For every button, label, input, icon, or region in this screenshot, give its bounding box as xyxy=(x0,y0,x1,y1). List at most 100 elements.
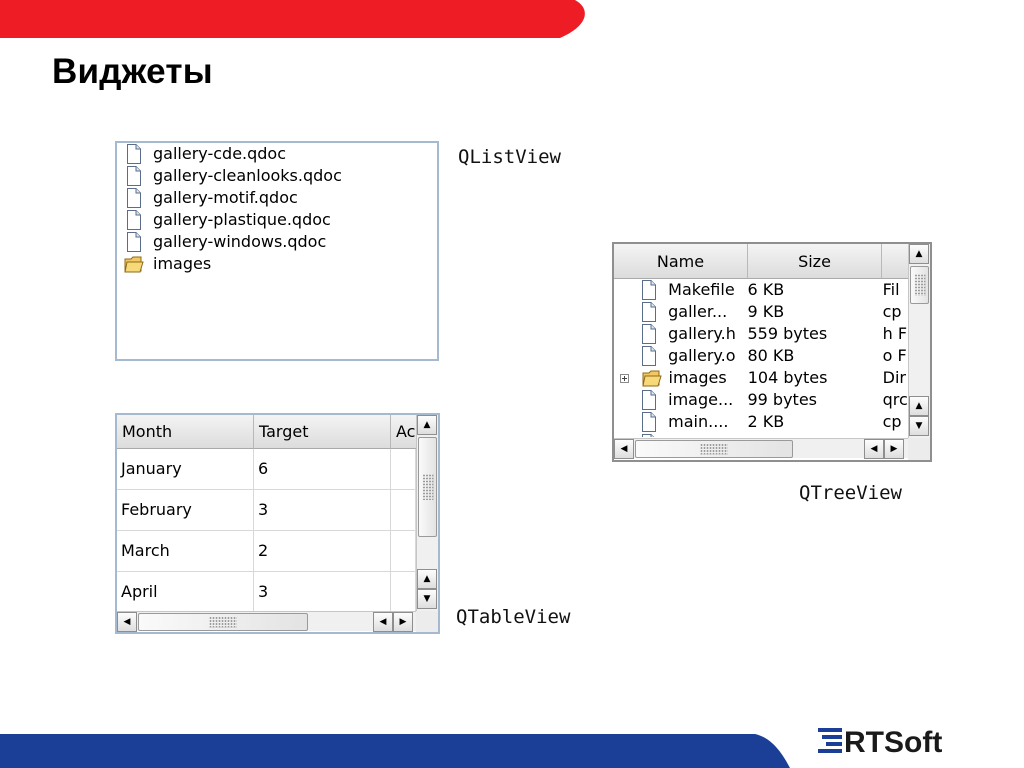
tree-header: Name Size xyxy=(614,244,912,279)
tree-scroll-right-button[interactable]: ▶ xyxy=(884,439,904,459)
tree-vertical-scrollbar[interactable]: ▲ ▲ ▼ xyxy=(908,244,930,438)
tree-scroll-down-button[interactable]: ▼ xyxy=(909,416,929,436)
tree-row[interactable]: image... 99 bytes qrc xyxy=(614,389,912,411)
tree-scroll-up-button-2[interactable]: ▲ xyxy=(909,396,929,416)
slide-title: Виджеты xyxy=(52,52,213,91)
tree-scroll-up-button[interactable]: ▲ xyxy=(909,244,929,264)
table-row[interactable]: March 2 xyxy=(117,531,416,572)
tree-cell-size: 10 KB xyxy=(747,433,882,437)
list-item[interactable]: gallery-cde.qdoc xyxy=(117,143,437,165)
table-vertical-scrollbar[interactable]: ▲ ▲ ▼ xyxy=(416,415,438,611)
table-view[interactable]: Month Target Ac January 6 February 3 March 2 A… xyxy=(115,413,440,634)
table-horizontal-scrollbar[interactable]: ◀ ◀ ▶ xyxy=(117,611,416,632)
table-cell[interactable] xyxy=(391,490,416,530)
tree-row[interactable]: gallery.o 80 KB o F xyxy=(614,345,912,367)
table-scroll-left-button[interactable]: ◀ xyxy=(117,612,137,632)
tree-cell-name: galler... xyxy=(668,302,728,321)
tree-scroll-corner xyxy=(908,438,930,460)
grip-icon xyxy=(209,616,237,628)
tree-cell-size: 99 bytes xyxy=(747,390,817,409)
grip-icon xyxy=(422,474,433,500)
tree-cell-size: 104 bytes xyxy=(747,368,828,387)
table-horizontal-scroll-thumb[interactable] xyxy=(138,613,308,631)
tree-row[interactable]: images 104 bytes Dir xyxy=(614,367,912,389)
caption-table-view: QTableView xyxy=(456,606,571,628)
table-header-ac[interactable]: Ac xyxy=(391,415,418,449)
tree-cell-name: main.... xyxy=(668,412,729,431)
table-body: January 6 February 3 March 2 April 3 xyxy=(117,449,416,613)
document-icon xyxy=(641,324,662,344)
table-scroll-down-button[interactable]: ▼ xyxy=(417,589,437,609)
table-scroll-right-button[interactable]: ▶ xyxy=(393,612,413,632)
document-icon xyxy=(641,412,662,432)
document-icon xyxy=(641,302,662,322)
table-cell[interactable] xyxy=(391,572,416,612)
table-cell[interactable] xyxy=(391,449,416,489)
table-cell[interactable]: March xyxy=(117,531,254,571)
caption-tree-view: QTreeView xyxy=(799,482,902,504)
logo-mark-icon: RTSoft xyxy=(818,726,942,756)
tree-body: Makefile 6 KB Fil galler... 9 KB cp gallery.h 5… xyxy=(614,279,912,437)
tree-row[interactable]: main.... 2 KB cp xyxy=(614,411,912,433)
table-header-month[interactable]: Month xyxy=(117,415,254,449)
tree-header-name[interactable]: Name xyxy=(614,244,748,279)
list-item-label: gallery-windows.qdoc xyxy=(153,232,327,251)
table-row[interactable]: January 6 xyxy=(117,449,416,490)
tree-cell-name: main.o xyxy=(668,433,747,437)
document-icon xyxy=(123,210,145,230)
table-header-target[interactable]: Target xyxy=(254,415,391,449)
table-scroll-up-button-2[interactable]: ▲ xyxy=(417,569,437,589)
table-cell[interactable]: January xyxy=(117,449,254,489)
table-header: Month Target Ac xyxy=(117,415,418,449)
table-row[interactable]: April 3 xyxy=(117,572,416,613)
tree-cell-name: gallery.h xyxy=(668,324,736,343)
tree-cell-size: 6 KB xyxy=(747,280,785,299)
tree-scroll-left-button-2[interactable]: ◀ xyxy=(864,439,884,459)
tree-cell-name: image... xyxy=(668,390,734,409)
table-scroll-corner xyxy=(416,611,438,632)
list-item[interactable]: gallery-plastique.qdoc xyxy=(117,209,437,231)
expand-icon[interactable] xyxy=(614,373,636,383)
table-cell[interactable] xyxy=(391,531,416,571)
folder-icon xyxy=(123,254,145,274)
tree-row[interactable]: gallery.h 559 bytes h F xyxy=(614,323,912,345)
list-item[interactable]: gallery-windows.qdoc xyxy=(117,231,437,253)
top-banner xyxy=(0,0,585,38)
table-cell[interactable]: 6 xyxy=(254,449,391,489)
document-icon xyxy=(641,390,662,410)
tree-cell-size: 80 KB xyxy=(747,346,795,365)
logo-text: RTSoft xyxy=(844,726,942,756)
grip-icon xyxy=(914,274,925,296)
tree-horizontal-scrollbar[interactable]: ◀ ◀ ▶ xyxy=(614,438,908,459)
table-cell[interactable]: 3 xyxy=(254,572,391,612)
tree-vertical-scroll-thumb[interactable] xyxy=(910,266,929,304)
tree-view[interactable]: Name Size Makefile 6 KB Fil galler... 9 KB cp… xyxy=(612,242,932,462)
list-item-label: gallery-plastique.qdoc xyxy=(153,210,331,229)
tree-cell-size: 9 KB xyxy=(747,302,785,321)
caption-list-view: QListView xyxy=(458,146,561,168)
list-item-label: gallery-cde.qdoc xyxy=(153,144,287,163)
document-icon xyxy=(123,232,145,252)
table-vertical-scroll-thumb[interactable] xyxy=(418,437,437,537)
tree-cell-size: 2 KB xyxy=(747,412,785,431)
tree-horizontal-scroll-thumb[interactable] xyxy=(635,440,793,458)
tree-row[interactable]: main.o10 KBo F xyxy=(614,433,912,437)
table-scroll-up-button[interactable]: ▲ xyxy=(417,415,437,435)
table-scroll-left-button-2[interactable]: ◀ xyxy=(373,612,393,632)
tree-row[interactable]: Makefile 6 KB Fil xyxy=(614,279,912,301)
table-row[interactable]: February 3 xyxy=(117,490,416,531)
table-cell[interactable]: April xyxy=(117,572,254,612)
tree-header-size[interactable]: Size xyxy=(748,244,882,279)
table-cell[interactable]: 2 xyxy=(254,531,391,571)
list-view[interactable]: gallery-cde.qdoc gallery-cleanlooks.qdoc g… xyxy=(115,141,439,361)
table-cell[interactable]: 3 xyxy=(254,490,391,530)
list-item[interactable]: images xyxy=(117,253,437,275)
list-item[interactable]: gallery-cleanlooks.qdoc xyxy=(117,165,437,187)
tree-cell-name: Makefile xyxy=(668,280,735,299)
tree-scroll-left-button[interactable]: ◀ xyxy=(614,439,634,459)
document-icon xyxy=(123,188,145,208)
table-cell[interactable]: February xyxy=(117,490,254,530)
tree-row[interactable]: galler... 9 KB cp xyxy=(614,301,912,323)
list-item[interactable]: gallery-motif.qdoc xyxy=(117,187,437,209)
grip-icon xyxy=(700,443,728,455)
